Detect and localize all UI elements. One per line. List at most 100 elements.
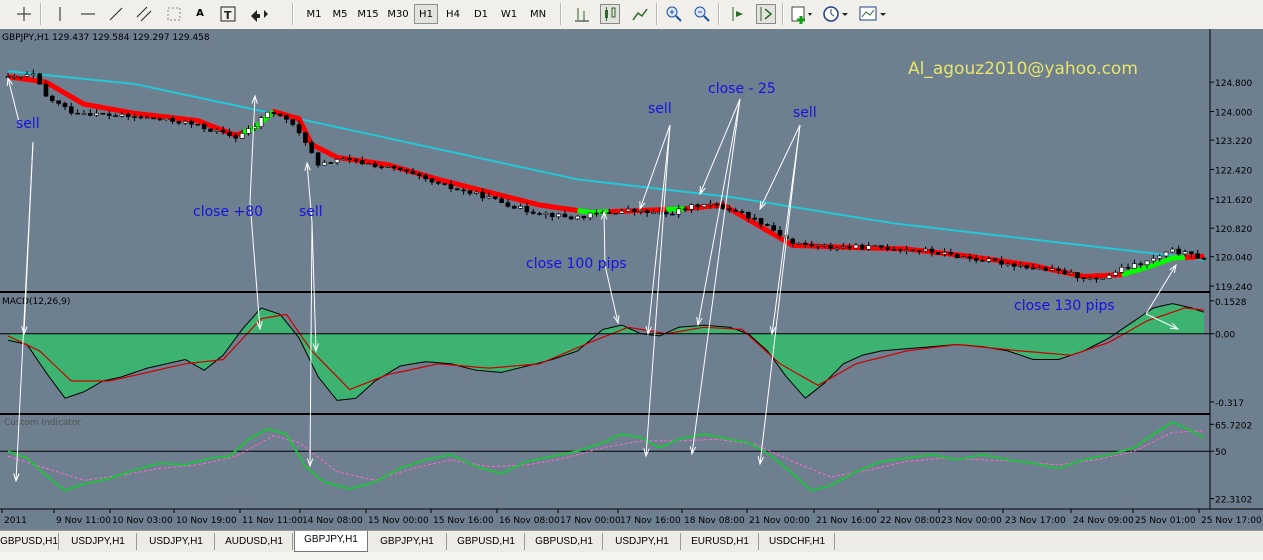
zoom-out-icon[interactable] <box>692 4 712 24</box>
timeframe-m30-button[interactable]: M30 <box>384 4 412 24</box>
time-tick-label: 17 Nov 16:00 <box>620 516 681 526</box>
timeframe-m5-button[interactable]: M5 <box>328 4 352 24</box>
text-label-icon[interactable]: T <box>218 4 238 24</box>
candle-body <box>853 244 859 249</box>
candle-body <box>220 129 226 133</box>
time-tick-label: 11 Nov 11:00 <box>242 516 303 526</box>
text-icon[interactable]: A <box>192 4 208 24</box>
time-tick-label: 24 Nov 09:00 <box>1073 516 1134 526</box>
candle-body <box>68 106 74 114</box>
candle-body <box>727 208 732 211</box>
candle-body <box>284 115 289 120</box>
candle-body <box>309 142 315 154</box>
chart-tab[interactable]: USDCHF,H1 <box>760 533 835 550</box>
bar-chart-icon[interactable] <box>572 4 592 24</box>
trendline-icon[interactable] <box>106 4 126 24</box>
chart-tab[interactable]: AUDUSD,H1 <box>216 533 293 550</box>
candle-body <box>518 205 523 209</box>
templates-icon-graphic <box>859 6 886 21</box>
candle-body <box>492 196 498 200</box>
candle-body <box>290 119 296 125</box>
candle-body <box>689 204 694 210</box>
crosshair-icon[interactable] <box>14 4 34 24</box>
timeframe-m1-button[interactable]: M1 <box>302 4 326 24</box>
candle-body <box>1087 277 1093 280</box>
horizontal-line-icon-graphic <box>81 13 95 15</box>
candle-body <box>81 113 87 115</box>
vertical-line-icon[interactable] <box>50 4 70 24</box>
line-chart-icon[interactable] <box>630 4 650 24</box>
rsi-label: Custom Indicator <box>4 418 81 428</box>
candle-body <box>258 117 264 127</box>
channel-icon[interactable] <box>134 4 154 24</box>
time-tick-label: 21 Nov 00:00 <box>749 516 810 526</box>
bar-chart-icon-graphic <box>575 8 589 22</box>
chart-background <box>0 29 1263 530</box>
periods-clock-icon[interactable] <box>822 4 850 24</box>
chart-tab[interactable]: USDJPY,H1 <box>60 533 137 550</box>
candle-body <box>796 242 802 245</box>
time-tick-label: 9 Nov 11:00 <box>56 516 111 526</box>
chart-tab[interactable]: EURUSD,H1 <box>682 533 759 550</box>
candle-body <box>43 83 49 97</box>
candle-body <box>530 211 536 214</box>
candle-body <box>638 210 644 212</box>
autoscroll-icon[interactable] <box>756 4 776 24</box>
chart-tab[interactable]: GBPUSD,H1 <box>448 533 525 550</box>
candle-body <box>1106 275 1112 279</box>
timeframe-m15-button[interactable]: M15 <box>354 4 382 24</box>
candle-body <box>347 158 353 160</box>
candle-body <box>910 249 916 252</box>
horizontal-line-icon[interactable] <box>78 4 98 24</box>
time-tick-label: 23 Nov 00:00 <box>941 516 1002 526</box>
chart-tab[interactable]: GBPJPY,H1 <box>294 531 368 552</box>
time-tick-label: 15 Nov 00:00 <box>368 516 429 526</box>
annotation-label: sell <box>299 204 323 220</box>
timeframe-h4-button[interactable]: H4 <box>440 4 466 24</box>
candle-body <box>49 95 55 102</box>
candlestick-icon[interactable] <box>600 4 620 24</box>
chart-tab[interactable]: GBPJPY,H1 <box>368 533 447 550</box>
chart-window[interactable]: GBPJPY,H1 129.437 129.584 129.297 129.45… <box>0 29 1263 530</box>
timeframe-w1-button[interactable]: W1 <box>496 4 522 24</box>
candle-body <box>1176 248 1181 255</box>
chart-tab[interactable]: GBPUSD,H1 <box>0 533 59 550</box>
arrows-icon[interactable] <box>248 4 272 24</box>
candle-body <box>701 204 707 208</box>
candle-body <box>1062 270 1068 275</box>
zoom-in-icon[interactable] <box>664 4 684 24</box>
indicators-icon[interactable] <box>790 4 814 24</box>
timeframe-mn-button[interactable]: MN <box>524 4 552 24</box>
main-toolbar: A T M1 M5 M15 M30 H1 H4 D1 W1 MN <box>0 0 1263 30</box>
candle-body <box>670 213 675 216</box>
candle-body <box>1094 277 1099 280</box>
candle-body <box>125 113 131 117</box>
time-tick-label: 23 Nov 17:00 <box>1005 516 1066 526</box>
candle-body <box>1037 267 1042 270</box>
candle-body <box>803 242 808 245</box>
chart-tab[interactable]: USDJPY,H1 <box>138 533 215 550</box>
time-tick-label: 17 Nov 00:00 <box>560 516 621 526</box>
candle-body <box>31 73 36 76</box>
candle-body <box>1030 267 1036 270</box>
candle-body <box>334 159 340 163</box>
candle-body <box>866 245 871 250</box>
timeframe-h1-button[interactable]: H1 <box>414 4 438 24</box>
chart-shift-icon[interactable] <box>728 4 748 24</box>
candle-body <box>119 113 125 117</box>
timeframe-d1-button[interactable]: D1 <box>468 4 494 24</box>
candle-body <box>372 163 378 168</box>
zoom-in-icon-graphic <box>666 6 682 22</box>
candle-body <box>935 252 941 255</box>
templates-icon[interactable] <box>858 4 888 24</box>
vertical-line-icon-graphic <box>59 7 61 21</box>
candle-body <box>1024 265 1030 269</box>
price-chart[interactable]: GBPJPY,H1 129.437 129.584 129.297 129.45… <box>0 29 1263 530</box>
chart-tab[interactable]: GBPUSD,H1 <box>526 533 603 550</box>
email-annotation: Al_agouz2010@yahoo.com <box>908 59 1138 79</box>
candle-body <box>682 208 688 211</box>
candle-body <box>1056 268 1061 271</box>
fibonacci-icon[interactable] <box>164 4 184 24</box>
chart-tab[interactable]: USDJPY,H1 <box>604 533 681 550</box>
time-tick-label: 2011 <box>4 516 27 526</box>
